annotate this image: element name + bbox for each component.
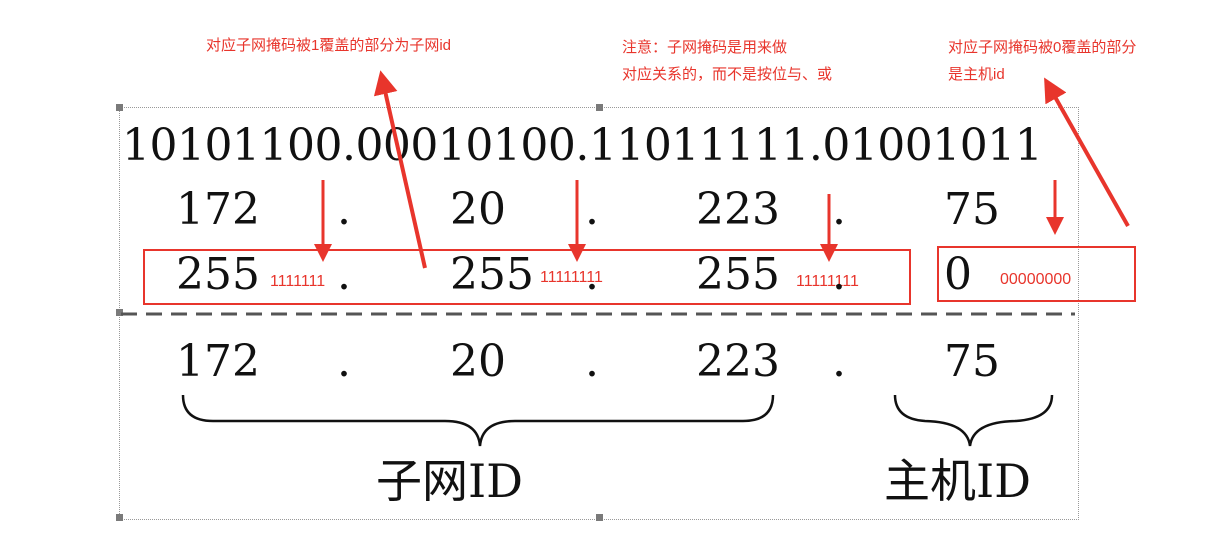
arrow-to-subnet-note xyxy=(373,70,427,269)
subnet-id-brace xyxy=(181,394,775,447)
diagram-canvas: 对应子网掩码被1覆盖的部分为子网id 注意：子网掩码是用来做 对应关系的，而不是… xyxy=(0,0,1226,533)
arrow-to-host-note xyxy=(1044,77,1130,227)
host-id-brace xyxy=(893,394,1054,447)
diagram-strokes xyxy=(121,70,1130,447)
